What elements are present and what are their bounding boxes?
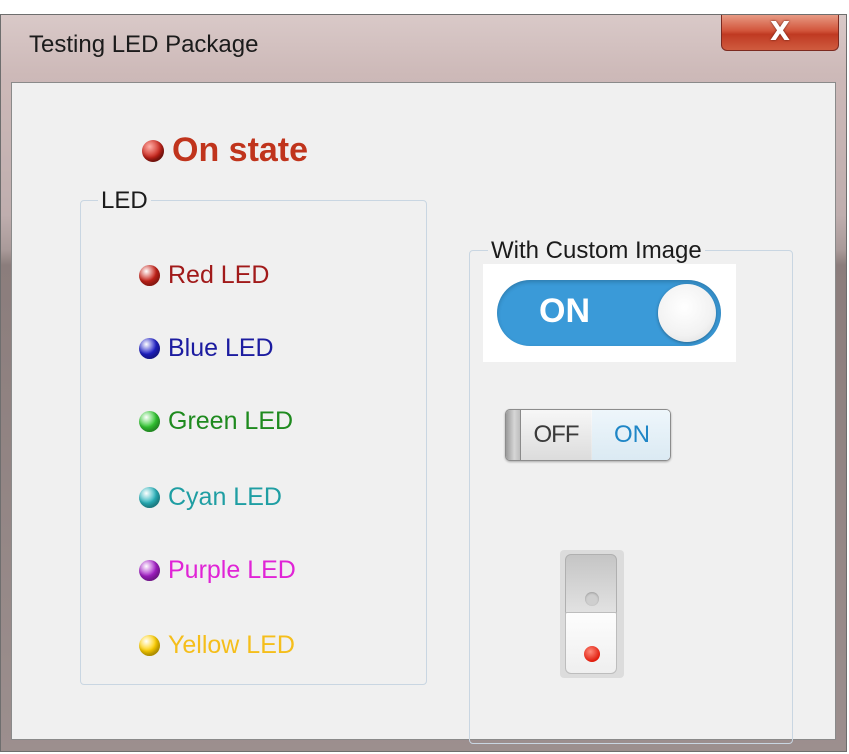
rocker-switch[interactable] <box>560 550 624 678</box>
led-item-red[interactable]: Red LED <box>139 261 269 290</box>
cyan-led-icon <box>139 487 160 508</box>
toggle-grip <box>506 410 521 460</box>
rocker-bottom-half <box>565 612 617 674</box>
led-item-yellow[interactable]: Yellow LED <box>139 631 295 660</box>
red-led-icon <box>139 265 160 286</box>
led-groupbox: LED Red LED Blue LED Green LED Cyan LED … <box>80 187 427 685</box>
title-bar[interactable]: Testing LED Package X <box>1 15 846 77</box>
toggle-off-label: OFF <box>521 410 591 460</box>
small-toggle-switch[interactable]: OFF ON <box>505 409 671 461</box>
led-item-cyan[interactable]: Cyan LED <box>139 483 282 512</box>
rocker-off-dot-icon <box>585 592 599 606</box>
led-item-purple[interactable]: Purple LED <box>139 556 296 585</box>
rocker-on-indicator-icon <box>584 646 600 662</box>
led-item-blue[interactable]: Blue LED <box>139 334 274 363</box>
window-title: Testing LED Package <box>29 31 259 58</box>
custom-group-legend: With Custom Image <box>488 237 705 265</box>
led-label: Green LED <box>168 407 294 435</box>
close-button[interactable]: X <box>721 15 839 51</box>
app-window: Testing LED Package X On state LED Red L… <box>0 14 847 752</box>
green-led-icon <box>139 411 160 432</box>
led-label: Purple LED <box>168 556 296 584</box>
status-indicator: On state <box>142 131 308 170</box>
led-group-legend: LED <box>98 187 151 215</box>
toggle-track: ON <box>497 280 721 346</box>
toggle-knob <box>658 284 716 342</box>
led-label: Blue LED <box>168 334 274 362</box>
close-icon: X <box>769 16 791 47</box>
yellow-led-icon <box>139 635 160 656</box>
blue-led-icon <box>139 338 160 359</box>
purple-led-icon <box>139 560 160 581</box>
toggle-on-label: ON <box>539 292 590 330</box>
status-led-icon <box>142 139 164 162</box>
led-label: Yellow LED <box>168 631 295 659</box>
client-area: On state LED Red LED Blue LED Green LED … <box>11 82 836 744</box>
led-label: Cyan LED <box>168 483 282 511</box>
status-label: On state <box>172 131 309 169</box>
large-toggle-switch[interactable]: ON <box>483 264 736 362</box>
led-item-green[interactable]: Green LED <box>139 407 293 436</box>
led-label: Red LED <box>168 261 270 289</box>
toggle-on-label: ON <box>592 410 670 460</box>
